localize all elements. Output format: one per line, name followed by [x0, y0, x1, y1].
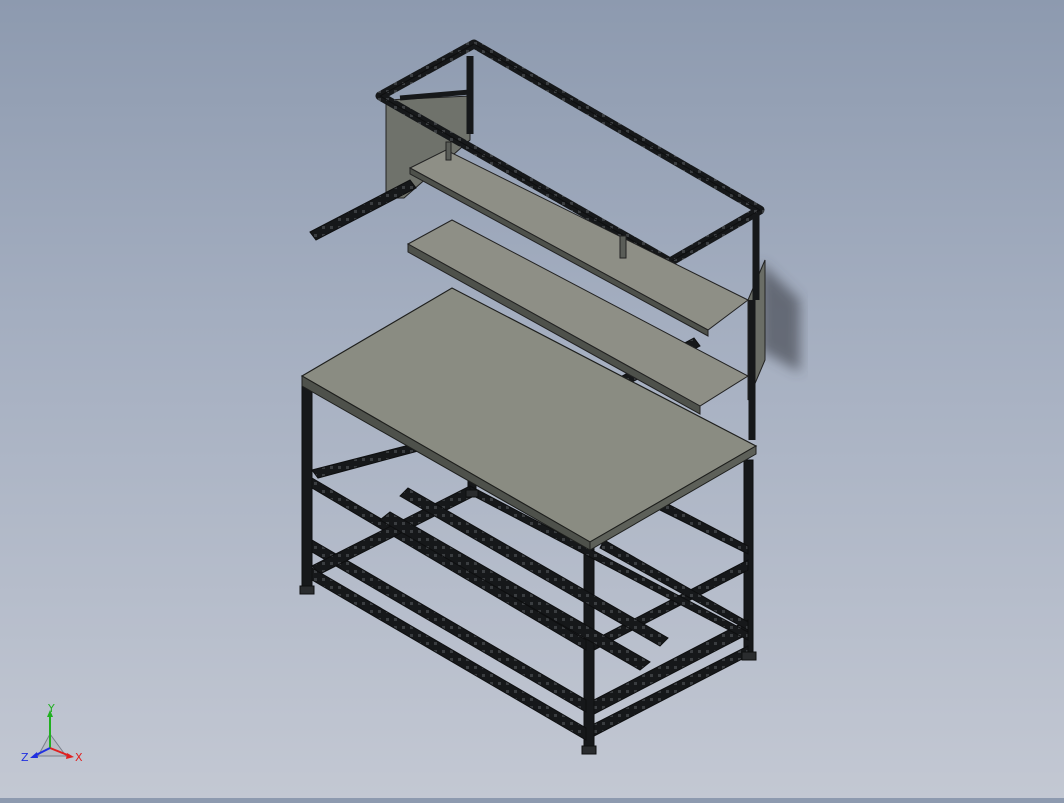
axis-triad[interactable]: Y X Z: [20, 700, 90, 770]
x-axis-label: X: [75, 751, 83, 764]
panel-shadow: [760, 262, 800, 372]
z-axis-label: Z: [21, 751, 29, 764]
left-arm: [309, 179, 417, 241]
y-axis-label: Y: [47, 702, 55, 715]
workbench-model: [299, 39, 800, 755]
cad-viewport[interactable]: Y X Z: [0, 0, 1064, 798]
table-top: [300, 287, 758, 551]
